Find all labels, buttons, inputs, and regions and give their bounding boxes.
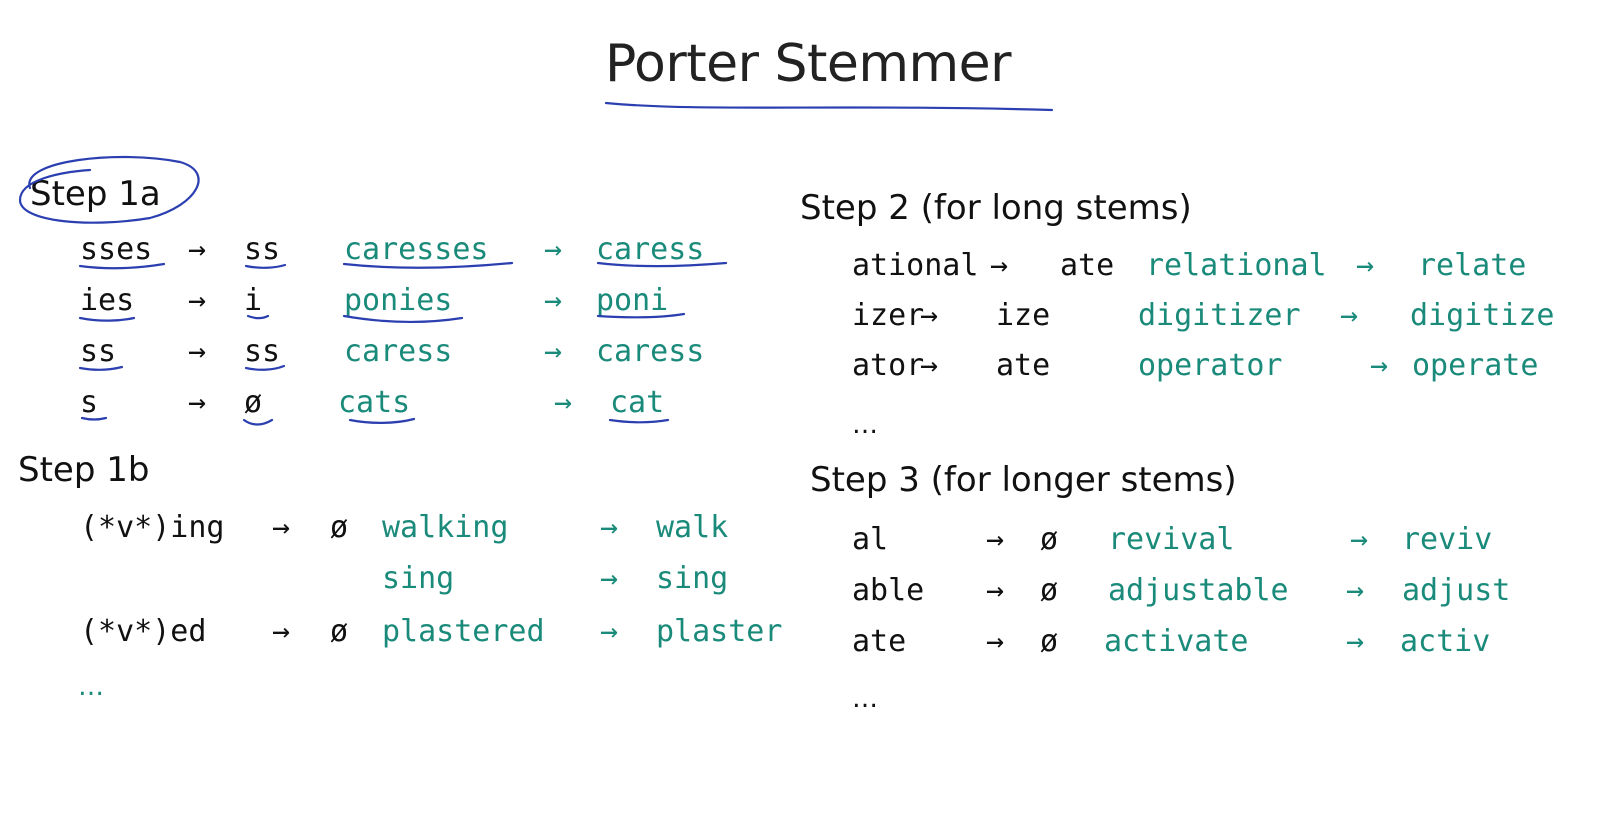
example-word: caresses	[344, 232, 489, 267]
arrow-icon: →	[920, 298, 939, 333]
example-result: operate	[1412, 348, 1539, 383]
step-1b-heading: Step 1b	[18, 450, 150, 490]
rule-replacement: ss	[244, 232, 281, 267]
example-word: ponies	[344, 283, 453, 318]
arrow-icon: →	[986, 573, 1005, 608]
example-word: plastered	[382, 614, 545, 649]
rule-suffix: izer	[852, 298, 925, 333]
arrow-icon: →	[1370, 348, 1389, 383]
arrow-icon: →	[986, 522, 1005, 557]
arrow-icon: →	[544, 232, 563, 267]
arrow-icon: →	[554, 385, 573, 420]
ellipsis: …	[78, 672, 104, 702]
rule-replacement: ø	[330, 510, 349, 545]
arrow-icon: →	[1350, 522, 1369, 557]
arrow-icon: →	[272, 510, 291, 545]
arrow-icon: →	[1346, 624, 1365, 659]
rule-replacement: ize	[996, 298, 1051, 333]
rule-suffix: ss	[80, 334, 117, 369]
arrow-icon: →	[188, 334, 207, 369]
rule-suffix: ational	[852, 248, 979, 283]
rule-suffix: (*v*)ing	[80, 510, 225, 545]
example-word: revival	[1108, 522, 1235, 557]
underline-cat	[608, 418, 670, 424]
rule-replacement: ø	[244, 385, 263, 420]
example-result: reviv	[1402, 522, 1493, 557]
example-result: activ	[1400, 624, 1491, 659]
arrow-icon: →	[990, 248, 1009, 283]
example-word: sing	[382, 561, 455, 596]
arrow-icon: →	[1346, 573, 1365, 608]
example-result: cat	[610, 385, 665, 420]
example-word: operator	[1138, 348, 1283, 383]
example-word: adjustable	[1108, 573, 1289, 608]
rule-replacement: ø	[330, 614, 349, 649]
example-result: adjust	[1402, 573, 1511, 608]
rule-replacement: ø	[1040, 573, 1059, 608]
rule-replacement: ate	[1060, 248, 1115, 283]
rule-replacement: ss	[244, 334, 281, 369]
example-word: walking	[382, 510, 509, 545]
ellipsis: …	[852, 410, 878, 440]
rule-suffix: ate	[852, 624, 907, 659]
rule-suffix: s	[80, 385, 99, 420]
arrow-icon: →	[188, 232, 207, 267]
example-result: plaster	[656, 614, 783, 649]
ellipsis: …	[852, 684, 878, 714]
arrow-icon: →	[600, 510, 619, 545]
example-result: relate	[1418, 248, 1527, 283]
rule-suffix: (*v*)ed	[80, 614, 207, 649]
arrow-icon: →	[272, 614, 291, 649]
example-word: cats	[338, 385, 411, 420]
example-result: caress	[596, 232, 705, 267]
step-2-heading: Step 2 (for long stems)	[800, 188, 1192, 228]
rule-suffix: sses	[80, 232, 153, 267]
arrow-icon: →	[1356, 248, 1375, 283]
rule-replacement: i	[244, 283, 263, 318]
rule-suffix: ies	[80, 283, 135, 318]
example-word: activate	[1104, 624, 1249, 659]
arrow-icon: →	[544, 283, 563, 318]
example-result: caress	[596, 334, 705, 369]
rule-suffix: able	[852, 573, 925, 608]
arrow-icon: →	[544, 334, 563, 369]
rule-suffix: al	[852, 522, 889, 557]
step-3-heading: Step 3 (for longer stems)	[810, 460, 1237, 500]
title-underline	[604, 101, 1054, 112]
example-word: relational	[1146, 248, 1327, 283]
underline-ies	[78, 316, 136, 322]
arrow-icon: →	[986, 624, 1005, 659]
arrow-icon: →	[188, 283, 207, 318]
arrow-icon: →	[188, 385, 207, 420]
rule-suffix: ator	[852, 348, 925, 383]
rule-replacement: ø	[1040, 522, 1059, 557]
rule-replacement: ate	[996, 348, 1051, 383]
arrow-icon: →	[920, 348, 939, 383]
example-result: digitize	[1410, 298, 1555, 333]
example-word: caress	[344, 334, 453, 369]
example-result: walk	[656, 510, 729, 545]
example-word: digitizer	[1138, 298, 1301, 333]
rule-replacement: ø	[1040, 624, 1059, 659]
arrow-icon: →	[600, 561, 619, 596]
arrow-icon: →	[600, 614, 619, 649]
arrow-icon: →	[1340, 298, 1359, 333]
underline-o	[242, 418, 274, 426]
example-result: sing	[656, 561, 729, 596]
step-1a-heading: Step 1a	[30, 174, 161, 214]
page-title: Porter Stemmer	[605, 34, 1012, 94]
example-result: poni	[596, 283, 669, 318]
